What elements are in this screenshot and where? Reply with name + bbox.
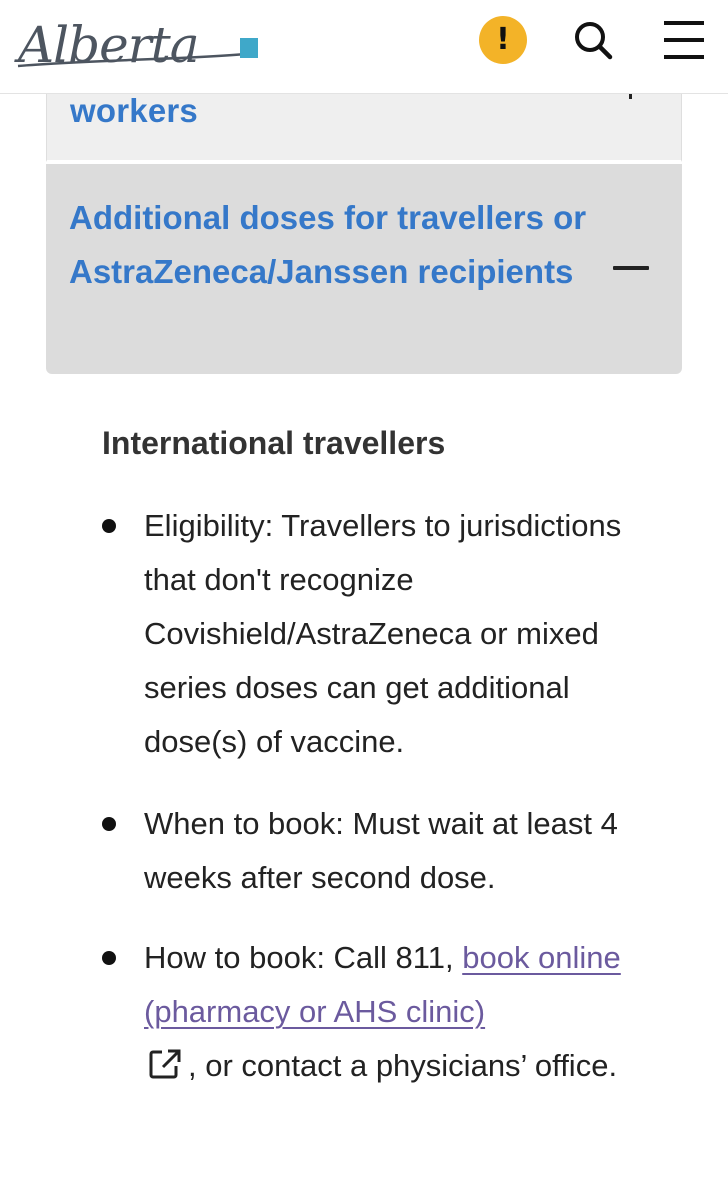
external-link-icon[interactable]	[148, 1048, 182, 1080]
alberta-logo[interactable]: Alberta	[14, 0, 264, 80]
site-header: Alberta !	[0, 0, 728, 94]
list-item-prefix: How to book: Call 811,	[144, 940, 463, 975]
list-item-text: When to book: Must wait at least 4 weeks…	[144, 806, 618, 895]
bullet-icon	[102, 519, 116, 533]
bullet-icon	[102, 951, 116, 965]
bullet-icon	[102, 817, 116, 831]
accordion-item-workers[interactable]: workers	[46, 92, 682, 162]
hamburger-menu-icon	[664, 21, 704, 59]
list-item-text: Eligibility: Travellers to jurisdictions…	[144, 508, 622, 759]
accordion-item-label[interactable]: workers	[70, 92, 198, 130]
exclamation-icon: !	[496, 22, 510, 57]
search-icon	[575, 22, 613, 60]
alert-button[interactable]: !	[479, 16, 527, 64]
list-item: How to book: Call 811, book online (phar…	[102, 931, 654, 1093]
menu-button[interactable]	[660, 16, 708, 64]
minus-icon[interactable]	[613, 266, 649, 270]
search-button[interactable]	[569, 16, 617, 64]
accordion-item-title[interactable]: Additional doses for travellers or Astra…	[69, 191, 589, 299]
section-heading: International travellers	[102, 425, 446, 461]
accordion-item-additional-doses[interactable]: Additional doses for travellers or Astra…	[46, 164, 682, 374]
list-item-suffix: , or contact a physicians’ office.	[188, 1048, 618, 1083]
list-item: Eligibility: Travellers to jurisdictions…	[102, 499, 654, 769]
list-item: When to book: Must wait at least 4 weeks…	[102, 797, 654, 905]
